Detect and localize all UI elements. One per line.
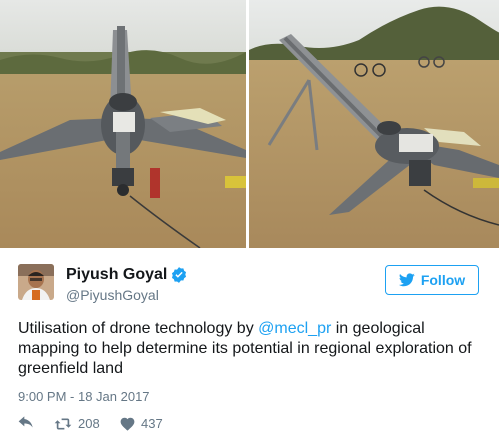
follow-label: Follow — [420, 272, 466, 288]
tweet-media[interactable] — [0, 0, 499, 248]
retweet-count: 208 — [78, 416, 100, 431]
photo-drone-side[interactable] — [249, 0, 499, 248]
tweet-actions: 208 437 — [18, 416, 318, 436]
verified-icon — [171, 267, 187, 283]
avatar[interactable] — [18, 264, 54, 300]
retweet-button[interactable]: 208 — [54, 416, 100, 431]
retweet-icon — [54, 417, 72, 430]
tweet-timestamp[interactable]: 9:00 PM - 18 Jan 2017 — [18, 389, 150, 404]
like-button[interactable]: 437 — [120, 416, 163, 431]
tweet-card: Piyush Goyal @PiyushGoyal Follow Utilisa… — [0, 0, 499, 440]
photo-drone-front[interactable] — [0, 0, 246, 248]
twitter-bird-icon — [398, 273, 415, 287]
mention-link[interactable]: @mecl_pr — [258, 320, 331, 337]
author-name[interactable]: Piyush Goyal — [66, 266, 167, 284]
tweet-header: Piyush Goyal @PiyushGoyal Follow — [0, 260, 499, 312]
reply-button[interactable] — [18, 416, 34, 430]
tweet-text: Utilisation of drone technology by @mecl… — [18, 319, 488, 379]
reply-icon — [18, 416, 33, 428]
follow-button[interactable]: Follow — [385, 265, 479, 295]
author-handle[interactable]: @PiyushGoyal — [66, 287, 159, 303]
like-count: 437 — [141, 416, 163, 431]
like-heart-icon — [120, 417, 135, 431]
tweet-text-part1: Utilisation of drone technology by — [18, 320, 259, 337]
